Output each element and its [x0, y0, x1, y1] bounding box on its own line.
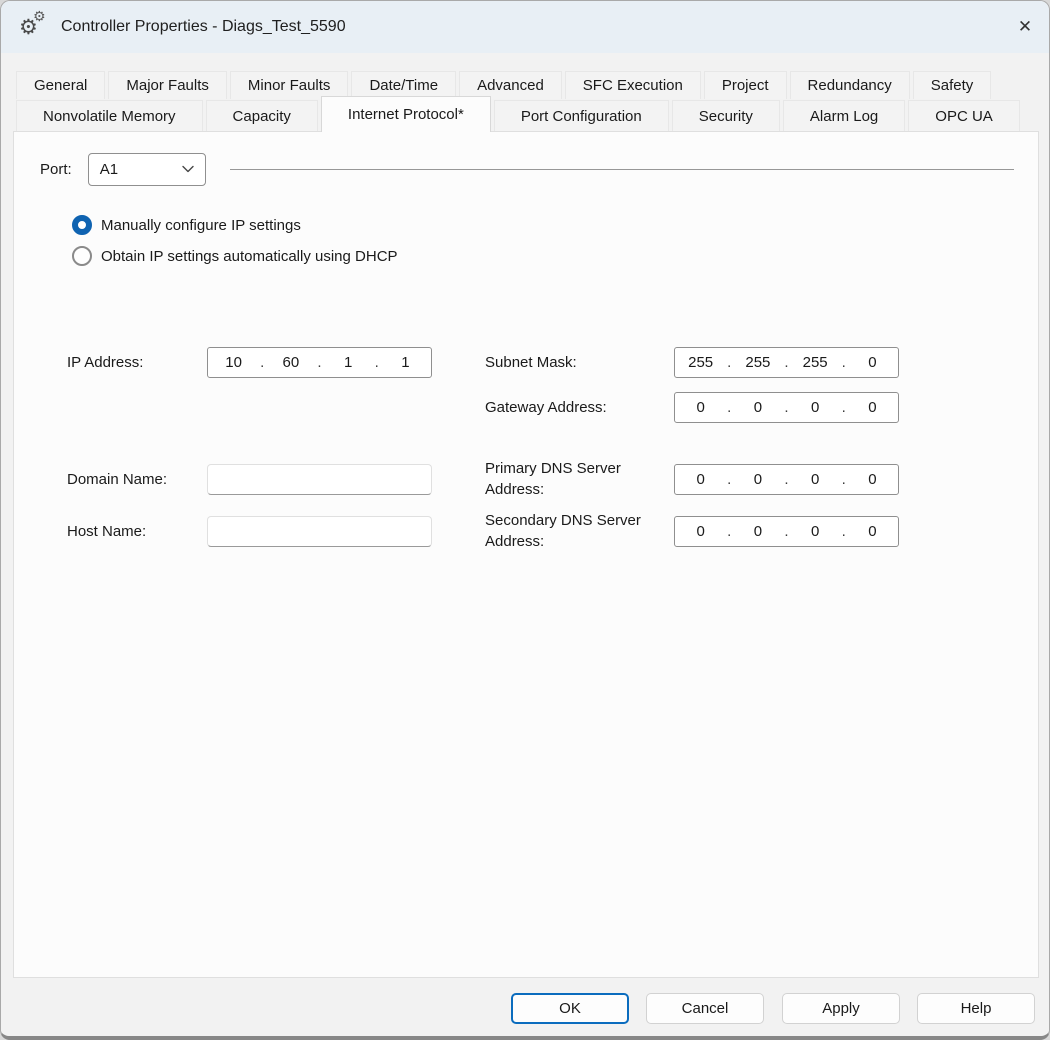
tab-major-faults[interactable]: Major Faults — [108, 71, 227, 99]
octet[interactable]: 1 — [323, 354, 374, 371]
port-dropdown[interactable]: A1 — [88, 153, 206, 186]
tab-date-time[interactable]: Date/Time — [351, 71, 456, 99]
octet[interactable]: 0 — [790, 471, 841, 488]
domain-name-input[interactable] — [207, 464, 432, 495]
tab-general[interactable]: General — [16, 71, 105, 99]
tab-project[interactable]: Project — [704, 71, 787, 99]
cancel-button[interactable]: Cancel — [646, 993, 764, 1024]
subnet-mask-label: Subnet Mask: — [485, 347, 577, 378]
tab-redundancy[interactable]: Redundancy — [790, 71, 910, 99]
domain-name-label: Domain Name: — [67, 464, 167, 495]
octet[interactable]: 0 — [675, 399, 726, 416]
tab-security[interactable]: Security — [672, 100, 780, 131]
dialog-footer: OK Cancel Apply Help — [1, 978, 1049, 1036]
apply-button[interactable]: Apply — [782, 993, 900, 1024]
primary-dns-field[interactable]: 0 . 0 . 0 . 0 — [674, 464, 899, 495]
octet[interactable]: 0 — [675, 523, 726, 540]
gateway-address-label: Gateway Address: — [485, 392, 607, 423]
secondary-dns-label: Secondary DNS Server Address: — [485, 510, 670, 552]
octet[interactable]: 0 — [732, 523, 783, 540]
octet[interactable]: 0 — [847, 399, 898, 416]
tab-row-2: Nonvolatile Memory Capacity Internet Pro… — [16, 100, 1023, 131]
divider-line — [230, 169, 1014, 170]
ok-button[interactable]: OK — [511, 993, 629, 1024]
tab-port-configuration[interactable]: Port Configuration — [494, 100, 669, 131]
octet[interactable]: 10 — [208, 354, 259, 371]
window-title: Controller Properties - Diags_Test_5590 — [61, 18, 346, 36]
radio-manual-ip[interactable]: Manually configure IP settings — [72, 214, 301, 236]
help-button[interactable]: Help — [917, 993, 1035, 1024]
gears-icon: ⚙ ⚙ — [19, 11, 53, 43]
tab-minor-faults[interactable]: Minor Faults — [230, 71, 349, 99]
tab-capacity[interactable]: Capacity — [206, 100, 318, 131]
octet[interactable]: 0 — [790, 523, 841, 540]
ip-address-label: IP Address: — [67, 347, 143, 378]
titlebar: ⚙ ⚙ Controller Properties - Diags_Test_5… — [1, 1, 1049, 53]
octet[interactable]: 0 — [847, 471, 898, 488]
tab-opc-ua[interactable]: OPC UA — [908, 100, 1020, 131]
tab-row-1: General Major Faults Minor Faults Date/T… — [16, 71, 994, 99]
port-row: Port: A1 — [40, 152, 1014, 186]
tab-internet-protocol[interactable]: Internet Protocol* — [321, 96, 491, 132]
host-name-input[interactable] — [207, 516, 432, 547]
octet[interactable]: 0 — [790, 399, 841, 416]
radio-dhcp[interactable]: Obtain IP settings automatically using D… — [72, 245, 398, 267]
subnet-mask-field[interactable]: 255 . 255 . 255 . 0 — [674, 347, 899, 378]
tab-safety[interactable]: Safety — [913, 71, 992, 99]
octet[interactable]: 0 — [847, 523, 898, 540]
octet[interactable]: 0 — [732, 399, 783, 416]
octet[interactable]: 0 — [847, 354, 898, 371]
secondary-dns-field[interactable]: 0 . 0 . 0 . 0 — [674, 516, 899, 547]
octet[interactable]: 255 — [675, 354, 726, 371]
port-label: Port: — [40, 161, 72, 178]
internet-protocol-panel: Port: A1 Manually configure IP settings … — [13, 131, 1039, 978]
gateway-address-field[interactable]: 0 . 0 . 0 . 0 — [674, 392, 899, 423]
octet[interactable]: 255 — [790, 354, 841, 371]
controller-properties-dialog: ⚙ ⚙ Controller Properties - Diags_Test_5… — [0, 0, 1050, 1040]
octet[interactable]: 0 — [675, 471, 726, 488]
radio-unselected-icon[interactable] — [72, 246, 92, 266]
chevron-down-icon — [182, 165, 194, 173]
octet[interactable]: 0 — [732, 471, 783, 488]
primary-dns-label: Primary DNS Server Address: — [485, 458, 670, 500]
octet[interactable]: 60 — [265, 354, 316, 371]
close-icon[interactable]: ✕ — [1001, 1, 1049, 53]
octet[interactable]: 1 — [380, 354, 431, 371]
tab-sfc-execution[interactable]: SFC Execution — [565, 71, 701, 99]
host-name-label: Host Name: — [67, 516, 146, 547]
octet[interactable]: 255 — [732, 354, 783, 371]
radio-dhcp-label: Obtain IP settings automatically using D… — [101, 248, 398, 265]
tab-nonvolatile-memory[interactable]: Nonvolatile Memory — [16, 100, 203, 131]
radio-selected-icon[interactable] — [72, 215, 92, 235]
port-dropdown-value: A1 — [100, 161, 182, 178]
tab-advanced[interactable]: Advanced — [459, 71, 562, 99]
tab-alarm-log[interactable]: Alarm Log — [783, 100, 905, 131]
radio-manual-ip-label: Manually configure IP settings — [101, 217, 301, 234]
ip-address-field[interactable]: 10 . 60 . 1 . 1 — [207, 347, 432, 378]
